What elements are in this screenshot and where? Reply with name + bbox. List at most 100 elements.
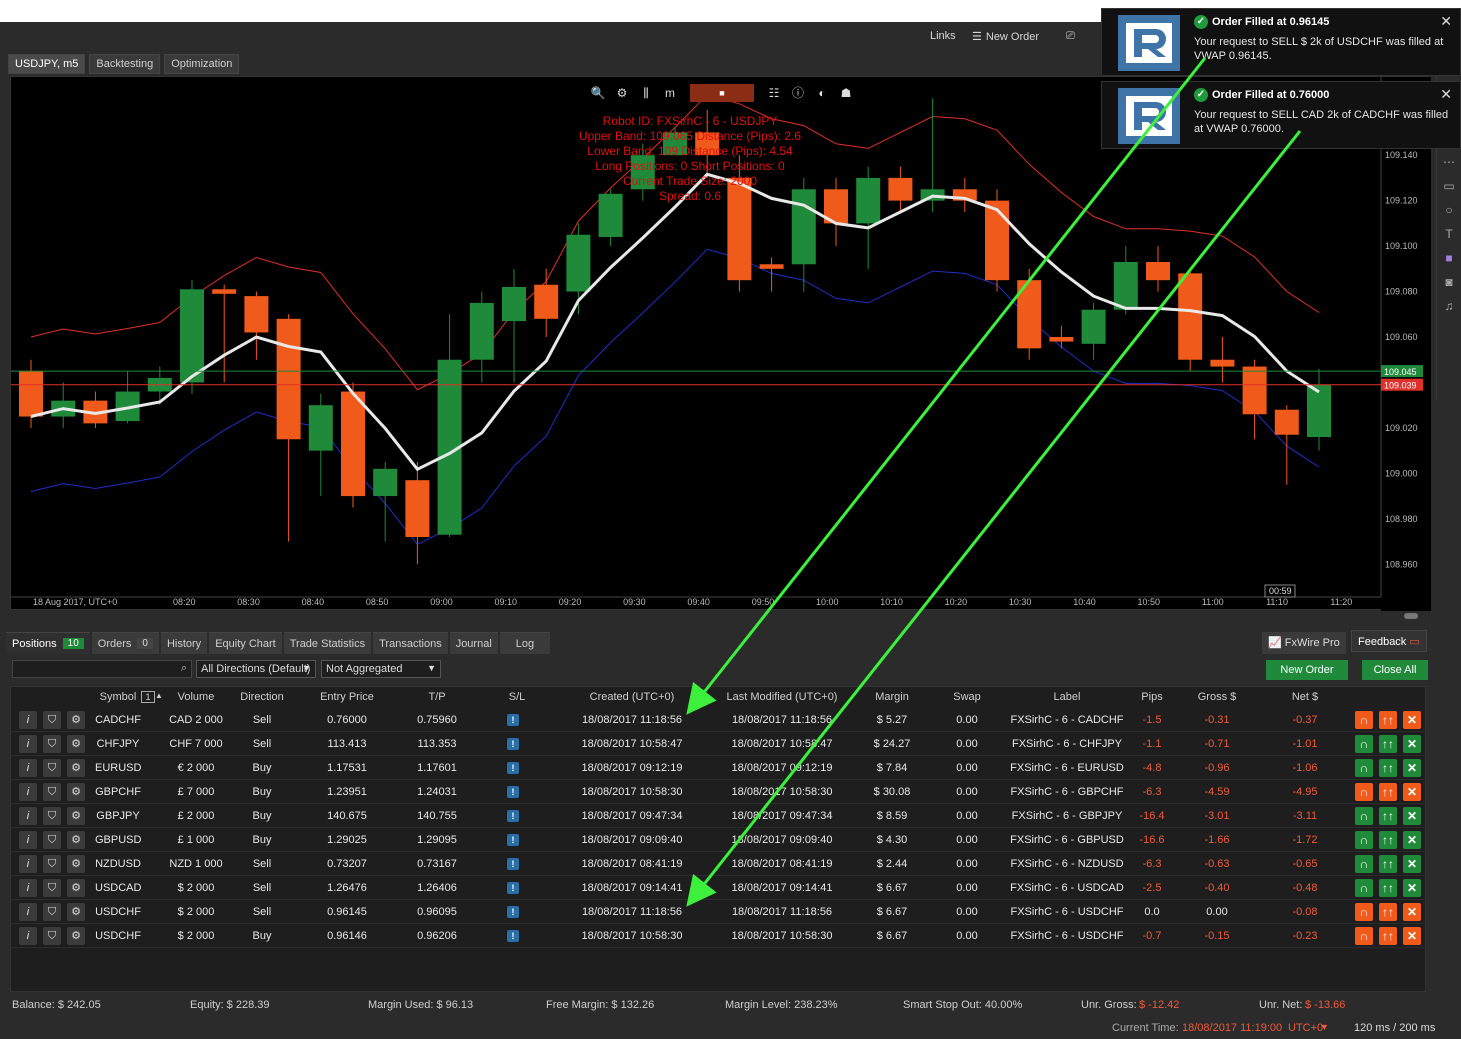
col-swap[interactable]: Swap	[927, 691, 1007, 703]
gear-icon[interactable]: ⚙	[67, 855, 85, 873]
table-row[interactable]: i ⛉ ⚙ USDCHF $ 2 000 Sell 0.96145 0.96095 18/08/…	[11, 900, 1427, 924]
gear-icon[interactable]: ⚙	[67, 759, 85, 777]
table-row[interactable]: i ⛉ ⚙ NZDUSD NZD 1 000 Sell 0.73207 0.73167 18/0…	[11, 852, 1427, 876]
tab-chart-usdjpy[interactable]: USDJPY, m5	[8, 54, 86, 74]
reverse-position-icon[interactable]: ∩	[1355, 735, 1373, 753]
gear-icon[interactable]: ⚙	[67, 735, 85, 753]
gear-icon[interactable]: ⚙	[67, 903, 85, 921]
gear-icon[interactable]: ⚙	[67, 783, 85, 801]
text-icon[interactable]: T	[1437, 222, 1461, 246]
double-position-icon[interactable]: ↑↑	[1379, 831, 1397, 849]
tab-optimization[interactable]: Optimization	[164, 54, 240, 74]
tab-equity-chart[interactable]: Equity Chart	[209, 632, 282, 654]
protection-icon[interactable]: ⛉	[43, 735, 61, 753]
protection-icon[interactable]: ⛉	[43, 807, 61, 825]
circle-icon[interactable]: ○	[1437, 198, 1461, 222]
table-row[interactable]: i ⛉ ⚙ CADCHF CAD 2 000 Sell 0.76000 0.75960 18/0…	[11, 708, 1427, 732]
gear-icon[interactable]: ⚙	[67, 831, 85, 849]
info-icon[interactable]: i	[19, 927, 37, 945]
col-tp[interactable]: T/P	[397, 691, 477, 703]
col-entry-price[interactable]: Entry Price	[297, 691, 397, 703]
col-created[interactable]: Created (UTC+0)	[557, 691, 707, 703]
notification-cadchf[interactable]: ✓ Order Filled at 0.76000 Your request to…	[1101, 81, 1461, 149]
double-position-icon[interactable]: ↑↑	[1379, 879, 1397, 897]
double-position-icon[interactable]: ↑↑	[1379, 807, 1397, 825]
gear-icon[interactable]: ⚙	[67, 711, 85, 729]
video-icon[interactable]: ⎚	[1066, 30, 1075, 43]
info-icon[interactable]: ⓘ	[788, 83, 808, 103]
reverse-position-icon[interactable]: ∩	[1355, 711, 1373, 729]
direction-select[interactable]: All Directions (Default) ▼	[196, 660, 316, 678]
table-row[interactable]: i ⛉ ⚙ CHFJPY CHF 7 000 Sell 113.413 113.353 18/0…	[11, 732, 1427, 756]
close-position-icon[interactable]: ✕	[1403, 855, 1421, 873]
info-icon[interactable]: i	[19, 711, 37, 729]
col-last-modified[interactable]: Last Modified (UTC+0)	[707, 691, 857, 703]
template-icon[interactable]: ◐	[812, 83, 832, 103]
reverse-position-icon[interactable]: ∩	[1355, 759, 1373, 777]
info-icon[interactable]: i	[19, 879, 37, 897]
camera-icon[interactable]: ◙	[1437, 270, 1461, 294]
protection-icon[interactable]: ⛉	[43, 927, 61, 945]
protection-icon[interactable]: ⛉	[43, 879, 61, 897]
stop-loss-alert-icon[interactable]: !	[507, 858, 519, 870]
col-pips[interactable]: Pips	[1127, 691, 1177, 703]
stop-robot-button[interactable]: ■	[690, 84, 754, 102]
col-net[interactable]: Net $	[1257, 691, 1353, 703]
indicators-icon[interactable]: ☷	[764, 83, 784, 103]
close-icon[interactable]: ✕	[1440, 86, 1452, 103]
tab-journal[interactable]: Journal	[449, 632, 498, 654]
tab-trade-statistics[interactable]: Trade Statistics	[283, 632, 372, 654]
stop-loss-alert-icon[interactable]: !	[507, 810, 519, 822]
gear-icon[interactable]: ⚙	[67, 927, 85, 945]
tab-positions[interactable]: Positions 10	[6, 632, 90, 654]
close-position-icon[interactable]: ✕	[1403, 879, 1421, 897]
close-position-icon[interactable]: ✕	[1403, 735, 1421, 753]
close-icon[interactable]: ✕	[1440, 13, 1452, 30]
stop-loss-alert-icon[interactable]: !	[507, 762, 519, 774]
stop-loss-alert-icon[interactable]: !	[507, 906, 519, 918]
links-button[interactable]: Links	[930, 30, 956, 42]
notification-usdchf[interactable]: ✓ Order Filled at 0.96145 Your request to…	[1101, 8, 1461, 76]
zoom-icon[interactable]: 🔍	[588, 83, 608, 103]
color-icon[interactable]: ■	[1437, 246, 1461, 270]
col-symbol[interactable]: Symbol	[95, 691, 141, 703]
tab-log[interactable]: Log	[499, 632, 551, 654]
double-position-icon[interactable]: ↑↑	[1379, 783, 1397, 801]
table-row[interactable]: i ⛉ ⚙ GBPUSD £ 1 000 Buy 1.29025 1.29095 18/08/2…	[11, 828, 1427, 852]
protection-icon[interactable]: ⛉	[43, 903, 61, 921]
close-position-icon[interactable]: ✕	[1403, 759, 1421, 777]
dotted-icon[interactable]: ⋯	[1437, 150, 1461, 174]
double-position-icon[interactable]: ↑↑	[1379, 711, 1397, 729]
col-margin[interactable]: Margin	[857, 691, 927, 703]
protection-icon[interactable]: ⛉	[43, 759, 61, 777]
table-row[interactable]: i ⛉ ⚙ USDCHF $ 2 000 Buy 0.96146 0.96206 18/08/2…	[11, 924, 1427, 948]
gear-icon[interactable]: ⚙	[67, 807, 85, 825]
stop-loss-alert-icon[interactable]: !	[507, 714, 519, 726]
reverse-position-icon[interactable]: ∩	[1355, 807, 1373, 825]
close-position-icon[interactable]: ✕	[1403, 783, 1421, 801]
close-position-icon[interactable]: ✕	[1403, 831, 1421, 849]
alert-icon[interactable]: ♫	[1437, 294, 1461, 318]
info-icon[interactable]: i	[19, 903, 37, 921]
gear-icon[interactable]: ⚙	[67, 879, 85, 897]
tab-history[interactable]: History	[160, 632, 208, 654]
timeframe-icon[interactable]: m	[660, 83, 680, 103]
close-position-icon[interactable]: ✕	[1403, 903, 1421, 921]
info-icon[interactable]: i	[19, 735, 37, 753]
tab-backtesting[interactable]: Backtesting	[89, 54, 161, 74]
stop-loss-alert-icon[interactable]: !	[507, 930, 519, 942]
aggregation-select[interactable]: Not Aggregated ▼	[321, 660, 441, 678]
double-position-icon[interactable]: ↑↑	[1379, 927, 1397, 945]
stop-loss-alert-icon[interactable]: !	[507, 834, 519, 846]
stop-loss-alert-icon[interactable]: !	[507, 882, 519, 894]
info-icon[interactable]: i	[19, 831, 37, 849]
close-position-icon[interactable]: ✕	[1403, 807, 1421, 825]
table-row[interactable]: i ⛉ ⚙ GBPJPY £ 2 000 Buy 140.675 140.755 18/08/2…	[11, 804, 1427, 828]
table-row[interactable]: i ⛉ ⚙ GBPCHF £ 7 000 Buy 1.23951 1.24031 18/08/2…	[11, 780, 1427, 804]
protection-icon[interactable]: ⛉	[43, 783, 61, 801]
double-position-icon[interactable]: ↑↑	[1379, 759, 1397, 777]
info-icon[interactable]: i	[19, 759, 37, 777]
fxwire-button[interactable]: 📈 FxWire Pro	[1262, 632, 1346, 654]
col-volume[interactable]: Volume	[163, 691, 229, 703]
reverse-position-icon[interactable]: ∩	[1355, 927, 1373, 945]
